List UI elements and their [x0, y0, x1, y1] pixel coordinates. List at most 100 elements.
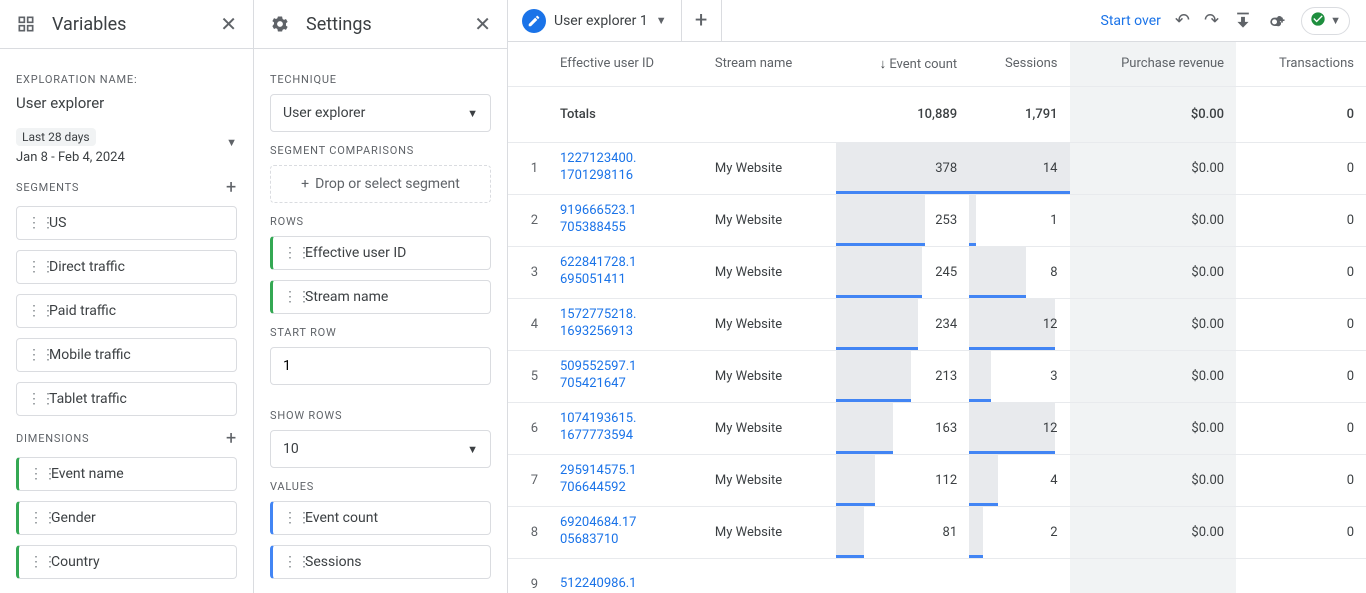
technique-label: TECHNIQUE [270, 73, 491, 86]
variables-body: EXPLORATION NAME: User explorer Last 28 … [0, 49, 253, 593]
add-tab-button[interactable]: + [682, 0, 722, 41]
grip-icon: ⋮⋮ [27, 392, 41, 406]
dimension-chip[interactable]: ⋮⋮Gender [16, 501, 237, 535]
event-count-cell: 234 [836, 298, 969, 350]
undo-icon[interactable]: ↶ [1175, 10, 1190, 31]
settings-body: TECHNIQUE User explorer ▼ SEGMENT COMPAR… [254, 49, 507, 593]
dimension-chip[interactable]: ⋮⋮Event name [16, 457, 237, 491]
grip-icon: ⋮⋮ [283, 555, 297, 569]
chevron-down-icon: ▼ [656, 14, 667, 27]
grip-icon: ⋮⋮ [29, 555, 43, 569]
totals-label: Totals [548, 86, 703, 142]
close-icon[interactable]: ✕ [220, 12, 237, 36]
segment-chip[interactable]: ⋮⋮Paid traffic [16, 294, 237, 328]
row-number: 7 [508, 454, 548, 506]
transactions-cell: 0 [1236, 194, 1366, 246]
stream-name [703, 558, 836, 593]
chip-label: Stream name [305, 289, 388, 305]
sessions-cell: 12 [969, 298, 1069, 350]
user-id-link[interactable]: 1227123400.1701298116 [548, 142, 703, 194]
user-id-link[interactable]: 509552597.1705421647 [548, 350, 703, 402]
grip-icon: ⋮⋮ [27, 348, 41, 362]
segment-chip[interactable]: ⋮⋮US [16, 206, 237, 240]
table-row: 2 919666523.1705388455 My Website 253 1 … [508, 194, 1366, 246]
row-chip[interactable]: ⋮⋮ Stream name [270, 280, 491, 314]
grip-icon: ⋮⋮ [283, 290, 297, 304]
stream-name: My Website [703, 194, 836, 246]
download-icon[interactable] [1233, 10, 1253, 31]
segment-chip[interactable]: ⋮⋮Tablet traffic [16, 382, 237, 416]
chevron-down-icon: ▼ [467, 443, 478, 456]
totals-row: Totals 10,889 1,791 $0.00 0 [508, 86, 1366, 142]
tab-user-explorer[interactable]: User explorer 1 ▼ [508, 0, 682, 41]
col-revenue[interactable]: Purchase revenue [1070, 42, 1237, 86]
user-id-link[interactable]: 69204684.1705683710 [548, 506, 703, 558]
table-row: 9 512240986.1 [508, 558, 1366, 593]
status-pill[interactable]: ▼ [1301, 7, 1350, 35]
share-icon[interactable] [1267, 10, 1287, 31]
user-id-link[interactable]: 919666523.1705388455 [548, 194, 703, 246]
event-count-cell: 378 [836, 142, 969, 194]
segment-chip[interactable]: ⋮⋮ Mobile traffic [16, 338, 237, 372]
redo-icon[interactable]: ↷ [1204, 10, 1219, 31]
close-icon[interactable]: ✕ [474, 12, 491, 36]
dimension-chip[interactable]: ⋮⋮Country [16, 545, 237, 579]
value-chip[interactable]: ⋮⋮Event count [270, 501, 491, 535]
technique-select[interactable]: User explorer ▼ [270, 94, 491, 132]
chevron-down-icon: ▼ [1330, 14, 1341, 27]
exploration-name-label: EXPLORATION NAME: [16, 73, 237, 86]
col-user-id[interactable]: Effective user ID [548, 42, 703, 86]
user-id-link[interactable]: 1572775218.1693256913 [548, 298, 703, 350]
col-stream[interactable]: Stream name [703, 42, 836, 86]
row-chip[interactable]: ⋮⋮Effective user ID [270, 236, 491, 270]
transactions-cell: 0 [1236, 506, 1366, 558]
col-event-count[interactable]: Event count [836, 42, 969, 86]
sessions-cell: 8 [969, 246, 1069, 298]
value-chip[interactable]: ⋮⋮Sessions [270, 545, 491, 579]
add-segment-icon[interactable]: + [226, 177, 237, 198]
col-sessions[interactable]: Sessions [969, 42, 1069, 86]
row-number: 3 [508, 246, 548, 298]
sessions-cell: 4 [969, 454, 1069, 506]
sessions-cell: 1 [969, 194, 1069, 246]
exploration-name[interactable]: User explorer [16, 94, 237, 112]
chip-label: Mobile traffic [49, 347, 131, 363]
chevron-down-icon: ▼ [226, 136, 237, 149]
start-row-label: START ROW [270, 326, 491, 339]
col-transactions[interactable]: Transactions [1236, 42, 1366, 86]
revenue-cell: $0.00 [1070, 194, 1237, 246]
row-number: 4 [508, 298, 548, 350]
table-row: 6 1074193615.1677773594 My Website 163 1… [508, 402, 1366, 454]
event-count-cell [836, 558, 969, 593]
user-id-link[interactable]: 622841728.1695051411 [548, 246, 703, 298]
variables-panel: Variables ✕ EXPLORATION NAME: User explo… [0, 0, 254, 593]
date-range-picker[interactable]: Last 28 days Jan 8 - Feb 4, 2024 ▼ [16, 128, 237, 165]
totals-transactions: 0 [1236, 86, 1366, 142]
grip-icon: ⋮⋮ [27, 304, 41, 318]
table-wrap[interactable]: Effective user ID Stream name Event coun… [508, 42, 1366, 593]
settings-panel: Settings ✕ TECHNIQUE User explorer ▼ SEG… [254, 0, 508, 593]
show-rows-select[interactable]: 10 ▼ [270, 430, 491, 468]
values-label: VALUES [270, 480, 491, 493]
variables-header: Variables ✕ [0, 0, 253, 49]
transactions-cell: 0 [1236, 298, 1366, 350]
table-row: 4 1572775218.1693256913 My Website 234 1… [508, 298, 1366, 350]
transactions-cell: 0 [1236, 454, 1366, 506]
row-number: 9 [508, 558, 548, 593]
event-count-cell: 81 [836, 506, 969, 558]
chip-label: US [49, 215, 66, 231]
start-over-link[interactable]: Start over [1101, 13, 1161, 29]
revenue-cell [1070, 558, 1237, 593]
drop-segment-target[interactable]: + Drop or select segment [270, 165, 491, 203]
chip-label: Event name [51, 466, 124, 482]
sessions-cell: 2 [969, 506, 1069, 558]
add-dimension-icon[interactable]: + [226, 428, 237, 449]
plus-icon: + [301, 176, 309, 192]
segment-chip[interactable]: ⋮⋮Direct traffic [16, 250, 237, 284]
show-rows-label: SHOW ROWS [270, 409, 491, 422]
user-id-link[interactable]: 295914575.1706644592 [548, 454, 703, 506]
start-row-input[interactable] [270, 347, 491, 385]
totals-sessions: 1,791 [969, 86, 1069, 142]
user-id-link[interactable]: 1074193615.1677773594 [548, 402, 703, 454]
user-id-link[interactable]: 512240986.1 [548, 558, 703, 593]
